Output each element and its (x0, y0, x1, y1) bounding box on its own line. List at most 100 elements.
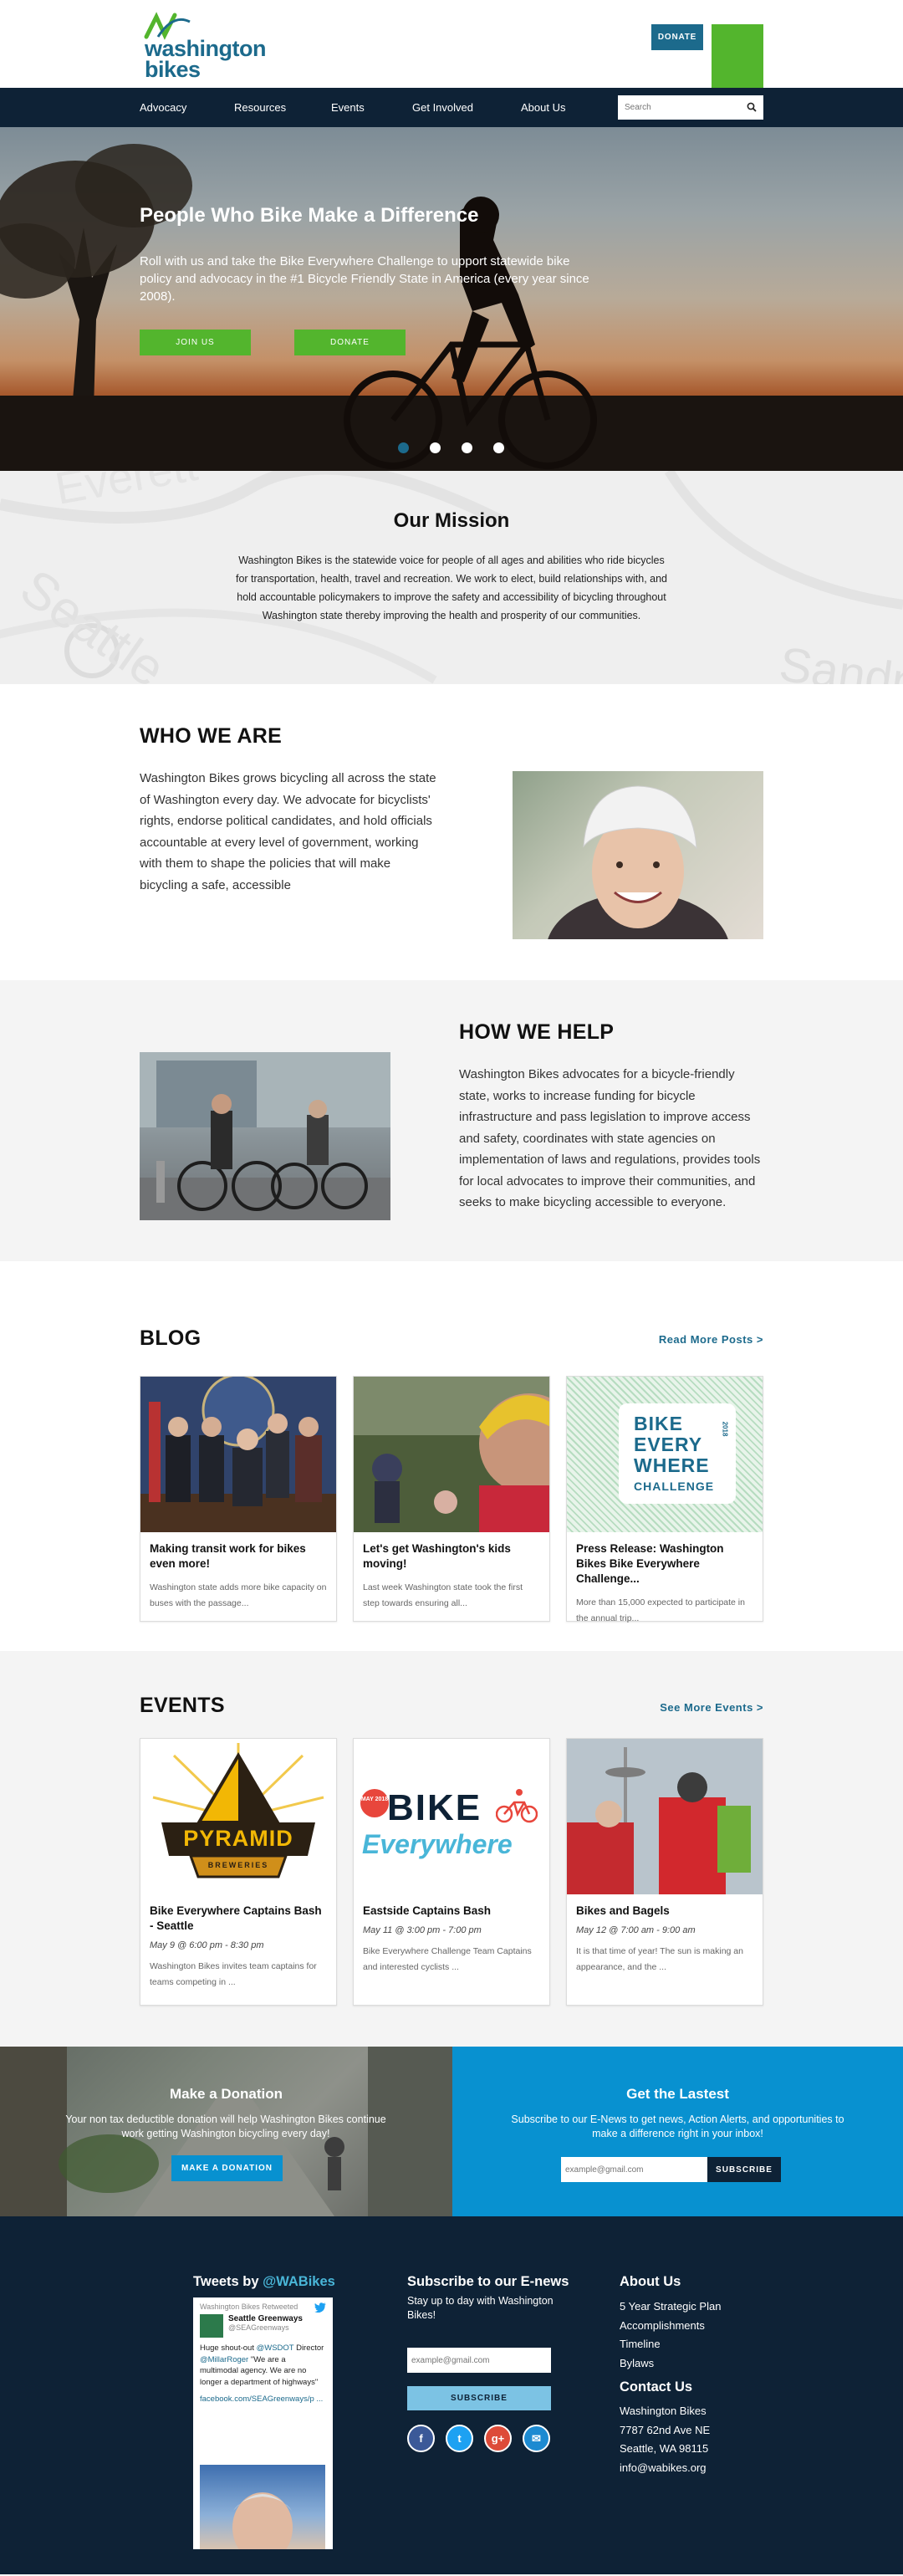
nav-item-advocacy[interactable]: Advocacy (140, 88, 186, 127)
mission-section: Seattle Everett Sandp Our Mission Washin… (0, 471, 903, 684)
footer-link-accomplishments[interactable]: Accomplishments (620, 2317, 721, 2336)
blog-card[interactable]: Making transit work for bikes even more!… (140, 1376, 337, 1622)
mission-text: Washington Bikes is the statewide voice … (235, 555, 667, 621)
about-us-links: 5 Year Strategic Plan Accomplishments Ti… (620, 2297, 721, 2373)
read-more-posts-link[interactable]: Read More Posts > (659, 1333, 763, 1346)
bike-everywhere-line: EVERY (634, 1434, 703, 1455)
newsletter-panel: Get the Lastest Subscribe to our E-News … (452, 2047, 903, 2216)
footer-link-timeline[interactable]: Timeline (620, 2335, 721, 2354)
site-header: washington bikes DONATE BLOG (0, 0, 903, 414)
carousel-dot-3[interactable] (462, 442, 472, 453)
blog-card[interactable]: BIKE EVERY WHERE CHALLENGE 2018 Press Re… (566, 1376, 763, 1623)
make-donation-button[interactable]: MAKE A DONATION (171, 2155, 283, 2181)
footer-subscribe-button[interactable]: SUBSCRIBE (407, 2386, 551, 2410)
tweets-title: Tweets by @WABikes (193, 2274, 335, 2290)
event-date: May 9 @ 6:00 pm - 8:30 pm (150, 1940, 264, 1950)
tweet-author-name[interactable]: Seattle Greenways (228, 2314, 303, 2323)
event-excerpt: Bike Everywhere Challenge Team Captains … (363, 1946, 532, 1972)
contact-org-name: Washington Bikes (620, 2405, 707, 2417)
donation-text: Your non tax deductible donation will he… (65, 2113, 386, 2139)
about-us-title: About Us (620, 2274, 681, 2289)
twitter-icon[interactable]: t (446, 2425, 473, 2452)
event-card[interactable]: PYRAMID BREWERIES Bike Everywhere Captai… (140, 1738, 337, 2006)
carousel-dot-1[interactable] (398, 442, 409, 453)
bike-logo-text: BIKE (387, 1787, 482, 1828)
search-icon[interactable] (747, 102, 757, 112)
washington-bikes-logo[interactable]: washington bikes (140, 12, 267, 81)
hero-donate-button[interactable]: DONATE (294, 330, 406, 355)
carousel-dot-2[interactable] (430, 442, 441, 453)
facebook-icon[interactable]: f (407, 2425, 435, 2452)
hero-text: Roll with us and take the Bike Everywher… (140, 254, 589, 304)
footer-link-strategic-plan[interactable]: 5 Year Strategic Plan (620, 2297, 721, 2317)
google-plus-icon[interactable]: g+ (484, 2425, 512, 2452)
may-badge: MAY 2018 (360, 1789, 389, 1817)
who-text: Washington Bikes grows bicycling all acr… (140, 771, 436, 892)
tweet-mention-link[interactable]: @MillarRoger (200, 2355, 248, 2364)
email-icon[interactable]: ✉ (523, 2425, 550, 2452)
tweet-author-handle[interactable]: @SEAGreenways (228, 2323, 303, 2332)
blog-card[interactable]: Let's get Washington's kids moving! Last… (353, 1376, 550, 1622)
footer-link-bylaws[interactable]: Bylaws (620, 2354, 721, 2374)
newsletter-subscribe-button[interactable]: SUBSCRIBE (707, 2157, 781, 2182)
bike-rider-icon (496, 1789, 538, 1823)
blog-post-excerpt: More than 15,000 expected to participate… (576, 1597, 745, 1623)
blog-post-title[interactable]: Press Release: Washington Bikes Bike Eve… (567, 1532, 763, 1587)
blog-post-title[interactable]: Let's get Washington's kids moving! (354, 1532, 549, 1572)
newsletter-email-input[interactable] (561, 2157, 707, 2182)
who-we-are-section: WHO WE ARE Washington Bikes grows bicycl… (0, 684, 903, 980)
event-title[interactable]: Bike Everywhere Captains Bash - Seattle (140, 1894, 336, 1934)
blog-image-officials-signing (140, 1377, 336, 1532)
nav-item-resources[interactable]: Resources (234, 88, 286, 127)
tweet-author-avatar[interactable] (200, 2314, 223, 2338)
donation-title: Make a Donation (169, 2086, 283, 2102)
tweets-handle-link[interactable]: @WABikes (263, 2274, 335, 2289)
contact-us-title: Contact Us (620, 2379, 693, 2395)
tweets-title-prefix: Tweets by (193, 2274, 263, 2289)
events-title: EVENTS (140, 1694, 225, 1717)
tweet-link[interactable]: facebook.com/SEAGreenways/p ... (193, 2388, 333, 2404)
event-image-bike-everywhere-logo: MAY 2018 BIKE Everywhere (354, 1739, 549, 1894)
cta-band: Make a Donation Your non tax deductible … (0, 2047, 903, 2216)
event-title[interactable]: Eastside Captains Bash (354, 1894, 549, 1919)
svg-text:Sandp: Sandp (776, 637, 903, 684)
footer-email-input[interactable] (407, 2348, 551, 2373)
subscribe-title: Subscribe to our E-news (407, 2274, 569, 2289)
tweet-photo[interactable] (200, 2465, 325, 2549)
nav-item-get-involved[interactable]: Get Involved (412, 88, 473, 127)
nav-item-about-us[interactable]: About Us (521, 88, 565, 127)
event-excerpt: Washington Bikes invites team captains f… (150, 1961, 317, 1987)
events-section: EVENTS See More Events > PYRAMID BREWERI… (0, 1651, 903, 2047)
tweet-mention-link[interactable]: @WSDOT (257, 2343, 294, 2353)
blog-post-title[interactable]: Making transit work for bikes even more! (140, 1532, 336, 1572)
event-excerpt: It is that time of year! The sun is maki… (576, 1946, 743, 1972)
see-more-events-link[interactable]: See More Events > (660, 1701, 763, 1714)
main-nav: Advocacy Resources Events Get Involved A… (0, 88, 903, 127)
twitter-bird-icon (314, 2303, 326, 2313)
contact-email-link[interactable]: info@wabikes.org (620, 2459, 710, 2478)
nav-item-events[interactable]: Events (331, 88, 365, 127)
contact-city: Seattle, WA 98115 (620, 2442, 709, 2455)
carousel-dot-4[interactable] (493, 442, 504, 453)
bike-everywhere-year: 2018 (721, 1421, 729, 1437)
retweet-label: Washington Bikes Retweeted (200, 2303, 298, 2311)
donation-panel: Make a Donation Your non tax deductible … (0, 2047, 452, 2216)
pyramid-logo-subtext: BREWERIES (207, 1861, 269, 1869)
event-date: May 11 @ 3:00 pm - 7:00 pm (363, 1925, 482, 1935)
hero-join-button[interactable]: JOIN US (140, 330, 251, 355)
mission-title: Our Mission (393, 509, 510, 532)
event-card[interactable]: MAY 2018 BIKE Everywhere Eastside Captai… (353, 1738, 550, 2006)
twitter-timeline-widget[interactable]: Washington Bikes Retweeted Seattle Green… (193, 2297, 333, 2549)
contact-street: 7787 62nd Ave NE (620, 2423, 711, 2436)
logo-text-bikes: bikes (145, 57, 201, 82)
blog-post-excerpt: Washington state adds more bike capacity… (150, 1582, 327, 1608)
search-input[interactable] (618, 95, 735, 120)
event-card[interactable]: Bikes and Bagels May 12 @ 7:00 am - 9:00… (566, 1738, 763, 2006)
help-text: Washington Bikes advocates for a bicycle… (459, 1067, 761, 1209)
svg-text:Seattle: Seattle (10, 559, 176, 684)
site-footer: Tweets by @WABikes Washington Bikes Retw… (0, 2216, 903, 2574)
tweet-text-part: Director (293, 2343, 324, 2353)
event-title[interactable]: Bikes and Bagels (567, 1894, 763, 1919)
header-donate-button[interactable]: DONATE (651, 24, 703, 50)
blog-image-bike-everywhere-challenge: BIKE EVERY WHERE CHALLENGE 2018 (567, 1377, 763, 1532)
